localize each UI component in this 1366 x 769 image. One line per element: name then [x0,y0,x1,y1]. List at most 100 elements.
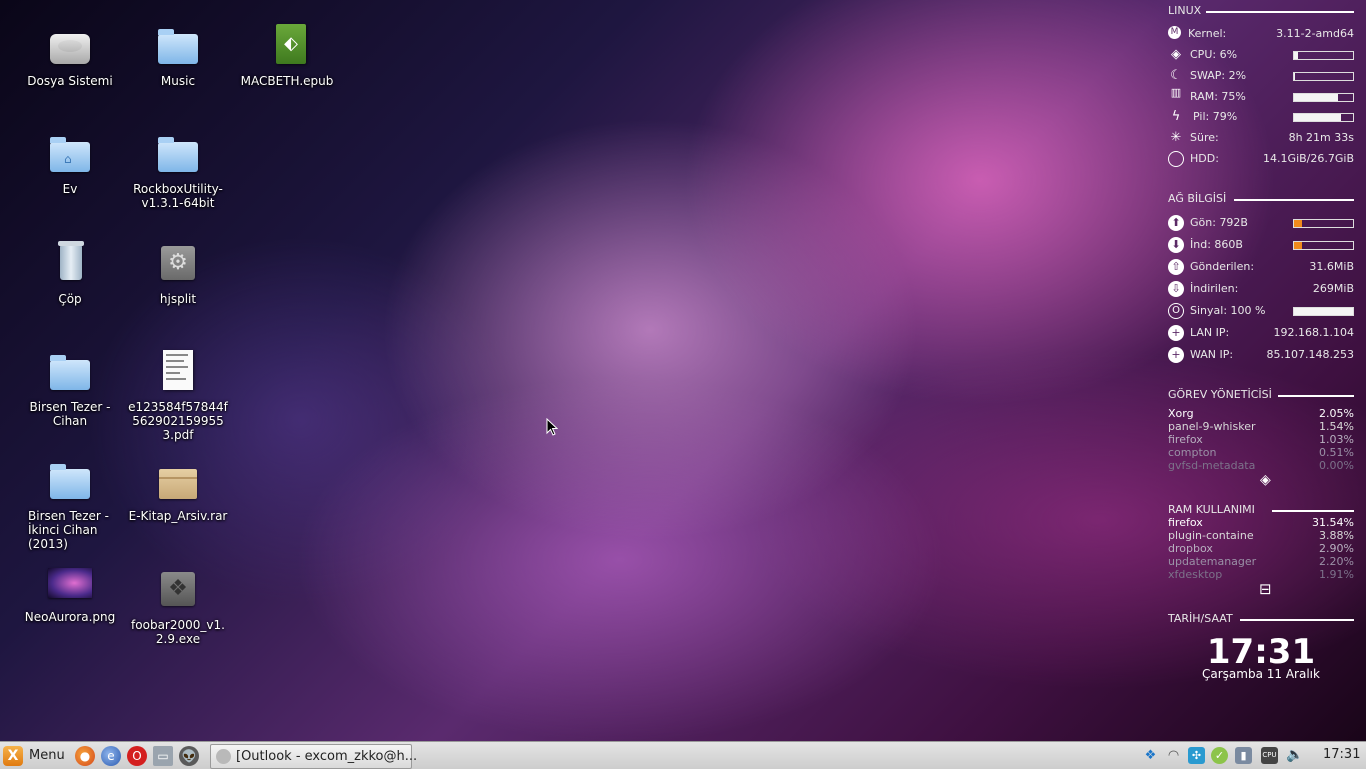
signal-value: 100 [1230,304,1252,317]
lan-ip-row: + LAN IP: 192.168.1.104 [1168,324,1354,342]
ram-value: 75% [1221,90,1246,103]
desktop-icon-label: Birsen Tezer - İkinci Cihan (2013) [28,509,109,551]
archive-icon [156,463,200,505]
file-manager-icon[interactable]: ▭ [153,746,173,766]
ram-process-row: dropbox 2.90% [1168,542,1354,555]
internet-icon[interactable]: e [101,746,121,766]
task-process-row: firefox 1.03% [1168,433,1354,446]
upload-graph-fill [1294,220,1303,227]
window-title: [Outlook - excom_zkko@h... [236,749,418,764]
desktop-icon-music[interactable]: Music [123,28,233,88]
desktop-icon-home[interactable]: ⌂ Ev [15,136,125,196]
desktop-icon-ekitap[interactable]: E-Kitap_Arsiv.rar [123,463,233,523]
ram-process-row: plugin-containe 3.88% [1168,529,1354,542]
process-name: dropbox [1168,542,1213,555]
drive-icon [48,28,92,70]
opera-icon[interactable]: O [127,746,147,766]
desktop-icon-label: e123584f57844f5629021599553.pdf [128,400,228,442]
wan-ip-value: 85.107.148.253 [1266,348,1354,361]
lan-ip-label: LAN IP: [1190,326,1230,339]
download-graph-fill [1294,242,1303,249]
section-tasks-header: GÖREV YÖNETİCİSİ [1168,388,1354,402]
desktop-icon-label: MACBETH.epub [240,74,334,88]
ram-label: RAM: [1190,90,1218,103]
swap-bar-fill [1294,73,1296,80]
wifi-icon[interactable]: ◠ [1165,747,1182,764]
shield-icon[interactable]: ✓ [1211,747,1228,764]
total-sent-value: 31.6MiB [1309,260,1354,273]
xfce-menu-icon: X [3,746,23,766]
process-name: firefox [1168,516,1203,529]
executable-icon: ❖ [156,570,200,612]
process-value: 2.05% [1319,407,1354,420]
taskbar-window-button[interactable]: [Outlook - excom_zkko@h... [210,744,417,769]
desktop-icon-trash[interactable]: Çöp [15,241,125,306]
desktop-icon-label: RockboxUtility-v1.3.1-64bit [133,182,223,210]
wan-ip-row: + WAN IP: 85.107.148.253 [1168,346,1354,364]
battery-bar-fill [1294,114,1341,121]
panel-clock[interactable]: 17:31 [1323,747,1360,762]
signal-text: Sinyal: 100 % [1190,302,1265,320]
desktop-icon-birsen-cihan[interactable]: Birsen Tezer - Cihan [15,354,125,428]
alien-icon[interactable]: 👽 [179,746,199,766]
kernel-value: 3.11-2-amd64 [1276,27,1354,40]
download-rate-text: İnd: 860B [1190,236,1243,254]
battery-text: Pil: 79% [1193,108,1237,126]
folder-icon [48,463,92,505]
cpu-icon[interactable]: CPU [1261,747,1278,764]
puzzle-icon[interactable]: ✣ [1188,747,1205,764]
cpu-text: CPU: 6% [1190,46,1237,64]
desktop-icon-pdf[interactable]: e123584f57844f5629021599553.pdf [123,350,233,442]
battery-icon[interactable]: ▮ [1235,747,1252,764]
desktop-icon-filesystem[interactable]: Dosya Sistemi [15,28,125,88]
mouse-cursor [546,418,558,436]
desktop-icon-birsen-ikinci[interactable]: Birsen Tezer - İkinci Cihan (2013) [15,463,125,551]
cpu-icon: ◈ [1171,47,1181,62]
section-title: TARİH/SAAT [1168,612,1233,625]
signal-icon: O [1168,303,1184,319]
dropbox-icon[interactable]: ❖ [1142,747,1159,764]
total-received-label: İndirilen: [1190,282,1239,295]
total-sent-row: ⇧ Gönderilen: 31.6MiB [1168,258,1354,276]
download-arrow-icon: ⬇ [1168,237,1184,253]
desktop-icon-label: Birsen Tezer - Cihan [29,400,111,428]
desktop-icon-foobar[interactable]: ❖ foobar2000_v1.2.9.exe [123,570,233,646]
desktop-icon-hjsplit[interactable]: ⚙ hjsplit [123,244,233,306]
desktop-icon-label: Dosya Sistemi [27,74,113,88]
cpu-chip-icon: ◈ [1260,472,1271,488]
signal-bar-fill [1294,308,1353,315]
folder-icon [156,28,200,70]
process-value: 0.00% [1319,459,1354,472]
menu-button[interactable]: X Menu [0,743,66,768]
section-ram-header: RAM KULLANIMI [1168,503,1354,517]
process-value: 1.54% [1319,420,1354,433]
total-received-value: 269MiB [1312,282,1354,295]
lan-ip-value: 192.168.1.104 [1273,326,1354,339]
plus-icon: + [1168,347,1184,363]
kernel-label: Kernel: [1188,27,1227,40]
kernel-row: M Kernel: 3.11-2-amd64 [1168,25,1354,43]
process-name: gvfsd-metadata [1168,459,1256,472]
upload-arrow-icon: ⬆ [1168,215,1184,231]
cpu-value: 6% [1219,48,1238,61]
desktop-icon-macbeth[interactable]: ⬖ MACBETH.epub [232,24,342,88]
desktop-icon-neoaurora[interactable]: NeoAurora.png [15,564,125,624]
ram-row: ▥ RAM: 75% [1168,86,1354,106]
swap-row: ☾ SWAP: 2% [1168,67,1354,85]
battery-label: Pil: [1193,110,1210,123]
section-title: RAM KULLANIMI [1168,503,1255,516]
battery-bar [1293,113,1354,122]
pdf-document-icon [156,350,200,392]
volume-icon[interactable]: 🔈 [1286,747,1303,764]
firefox-icon[interactable]: ● [75,746,95,766]
upload-graph [1293,219,1354,228]
battery-value: 79% [1212,110,1238,123]
section-title: LINUX [1168,4,1202,17]
download-rate-value: 860B [1214,238,1243,251]
swap-bar [1293,72,1354,81]
desktop-icon-label: Çöp [58,292,82,306]
image-thumbnail-icon [48,564,92,606]
wan-ip-label: WAN IP: [1190,348,1234,361]
desktop-icon-rockbox[interactable]: RockboxUtility-v1.3.1-64bit [123,136,233,210]
section-title: GÖREV YÖNETİCİSİ [1168,388,1272,401]
